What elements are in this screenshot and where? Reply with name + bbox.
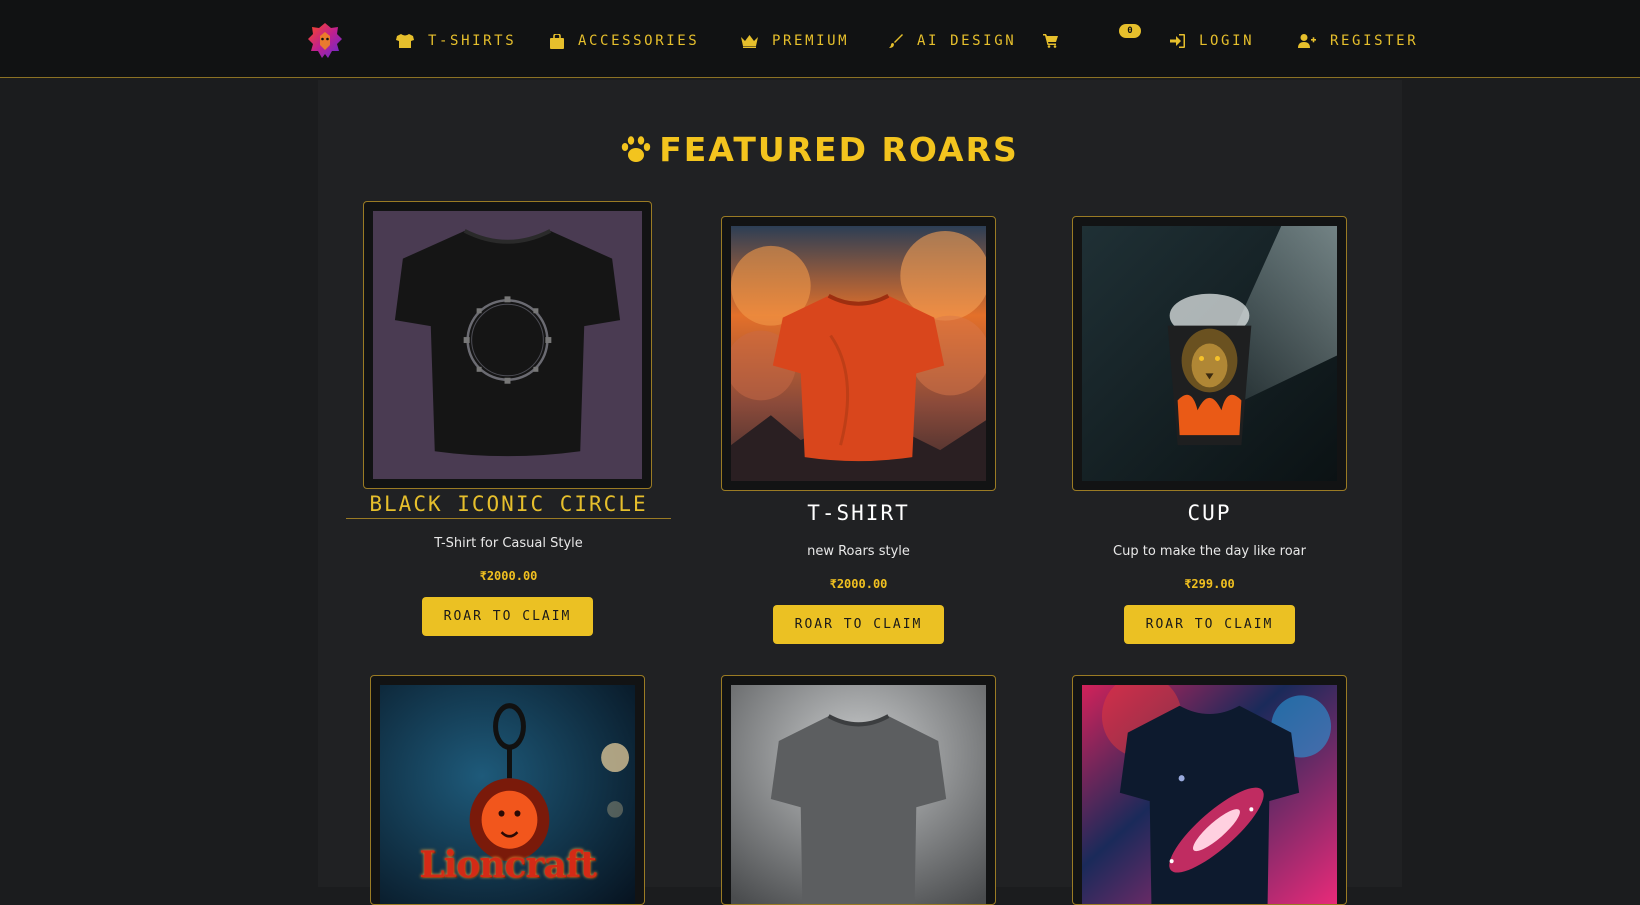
product-price: ₹299.00 (1184, 577, 1235, 591)
nav-premium-label: PREMIUM (772, 33, 850, 49)
lion-logo-icon[interactable] (306, 21, 344, 61)
nav-ai-design-label: AI DESIGN (917, 33, 1017, 49)
nav-accessories[interactable]: ACCESSORIES (550, 29, 699, 53)
product-name[interactable]: T-SHIRT (721, 501, 996, 525)
product-price: ₹2000.00 (479, 569, 538, 583)
cart-icon (1043, 34, 1058, 48)
product-price: ₹2000.00 (829, 577, 888, 591)
product-image[interactable] (363, 201, 652, 489)
product-image[interactable] (1072, 216, 1347, 491)
sign-in-icon (1170, 34, 1185, 48)
product-image-text: Lioncraft (419, 844, 597, 886)
nav-accessories-label: ACCESSORIES (578, 33, 700, 49)
crown-icon (741, 34, 758, 48)
roar-to-claim-button[interactable]: ROAR TO CLAIM (422, 597, 593, 636)
product-description: new Roars style (807, 544, 910, 559)
product-description: Cup to make the day like roar (1113, 544, 1306, 559)
featured-title: FEATURED ROARS (0, 130, 1640, 169)
nav-tshirts-label: T-SHIRTS (428, 33, 517, 49)
nav-register[interactable]: REGISTER (1298, 29, 1418, 53)
nav-register-label: REGISTER (1330, 33, 1419, 49)
tshirt-icon (396, 34, 414, 48)
nav-premium[interactable]: PREMIUM (741, 29, 849, 53)
brush-icon (889, 34, 903, 48)
cart-count-badge: 0 (1119, 24, 1141, 38)
product-description: T-Shirt for Casual Style (434, 536, 583, 551)
product-image[interactable] (721, 675, 996, 905)
user-plus-icon (1298, 34, 1316, 48)
product-name[interactable]: CUP (1072, 501, 1347, 525)
product-image[interactable] (721, 216, 996, 491)
roar-to-claim-button[interactable]: ROAR TO CLAIM (773, 605, 944, 644)
nav-login[interactable]: LOGIN (1170, 29, 1254, 53)
product-image[interactable]: Lioncraft (370, 675, 645, 905)
nav-ai-design[interactable]: AI DESIGN (889, 29, 1016, 53)
roar-to-claim-button[interactable]: ROAR TO CLAIM (1124, 605, 1295, 644)
paw-icon (622, 136, 651, 162)
featured-title-text: FEATURED ROARS (659, 130, 1019, 169)
product-image[interactable] (1072, 675, 1347, 905)
nav-cart[interactable] (1043, 29, 1072, 53)
nav-login-label: LOGIN (1199, 33, 1255, 49)
product-name[interactable]: BLACK ICONIC CIRCLE (346, 492, 671, 519)
navbar: T-SHIRTS ACCESSORIES PREMIUM AI DESIGN 0… (0, 0, 1640, 78)
nav-tshirts[interactable]: T-SHIRTS (396, 29, 516, 53)
bag-icon (550, 33, 564, 49)
